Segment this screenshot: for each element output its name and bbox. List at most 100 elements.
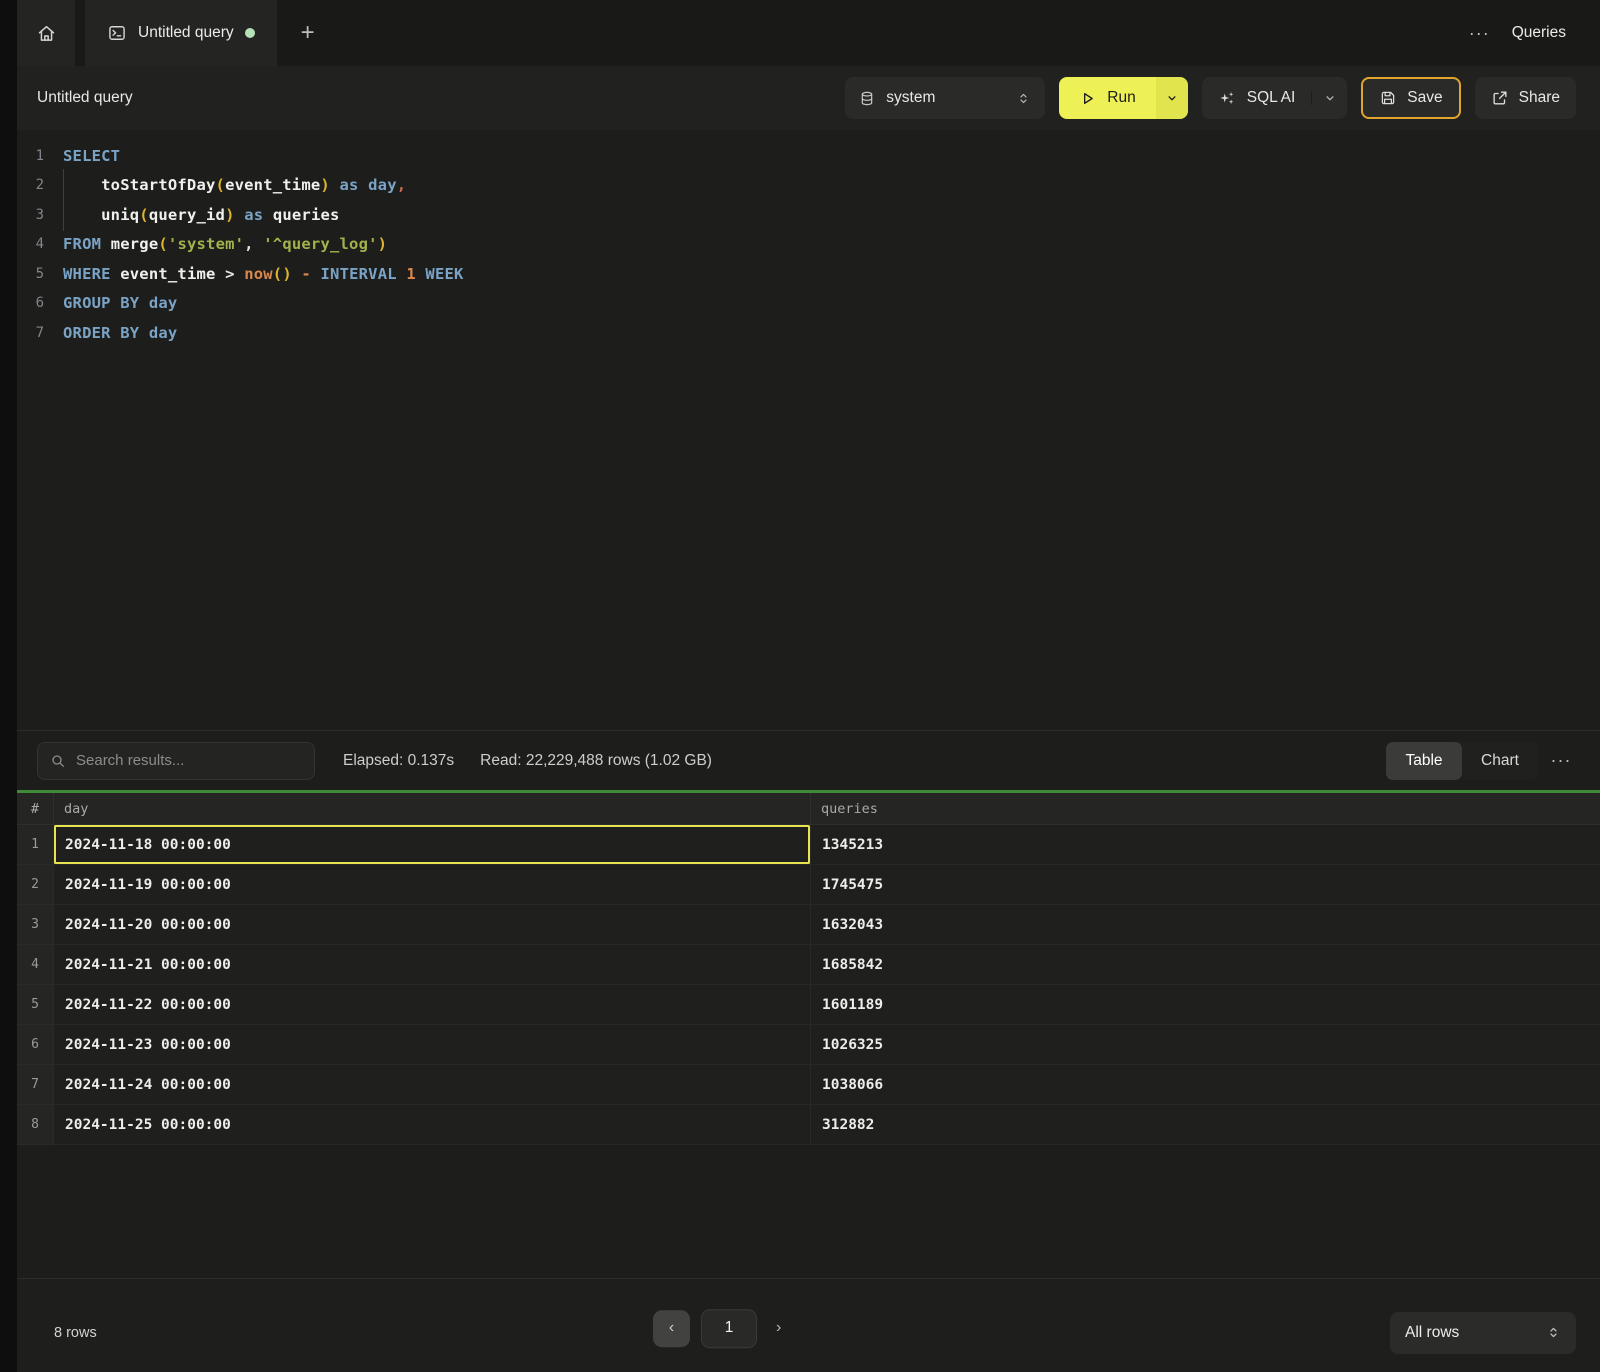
- tabbar-more-button[interactable]: ···: [1469, 23, 1490, 44]
- day-cell[interactable]: 2024-11-20 00:00:00: [53, 905, 810, 945]
- results-table-header: # day queries: [17, 793, 1600, 825]
- queries-cell[interactable]: 1601189: [810, 985, 1600, 1025]
- queries-cell[interactable]: 1745475: [810, 865, 1600, 905]
- code-text: uniq(query_id) as queries: [63, 206, 340, 224]
- tab-untitled-query[interactable]: Untitled query: [85, 0, 277, 66]
- table-row: 22024-11-19 00:00:001745475: [17, 865, 1600, 905]
- toolbar-actions: system Run: [845, 77, 1576, 119]
- tab-bar: Untitled query + ··· Queries: [17, 0, 1600, 66]
- tabbar-right: ··· Queries: [1469, 0, 1600, 66]
- queries-cell[interactable]: 1685842: [810, 945, 1600, 985]
- run-options-button[interactable]: [1156, 77, 1188, 119]
- code-line: 3 uniq(query_id) as queries: [17, 200, 1600, 230]
- new-tab-button[interactable]: +: [277, 0, 339, 66]
- database-selected-value: system: [886, 89, 935, 107]
- queries-panel-toggle[interactable]: Queries: [1512, 24, 1566, 42]
- sparkles-icon: [1218, 89, 1236, 107]
- share-button[interactable]: Share: [1475, 77, 1576, 119]
- row-index-cell: 4: [17, 945, 53, 985]
- chevron-down-icon: [1165, 91, 1179, 105]
- rows-count-label: 8 rows: [54, 1325, 97, 1341]
- code-line: 7ORDER BY day: [17, 318, 1600, 348]
- share-icon: [1491, 89, 1509, 107]
- results-table-body: 12024-11-18 00:00:00134521322024-11-19 0…: [17, 825, 1600, 1145]
- database-icon: [859, 90, 875, 107]
- day-cell[interactable]: 2024-11-23 00:00:00: [53, 1025, 810, 1065]
- save-label: Save: [1407, 89, 1442, 107]
- code-line: 2 toStartOfDay(event_time) as day,: [17, 171, 1600, 201]
- day-cell[interactable]: 2024-11-24 00:00:00: [53, 1065, 810, 1105]
- tab-chart-view[interactable]: Chart: [1462, 742, 1538, 780]
- sql-ai-button[interactable]: SQL AI: [1202, 89, 1312, 107]
- day-cell[interactable]: 2024-11-19 00:00:00: [53, 865, 810, 905]
- results-empty-area: [17, 1145, 1600, 1278]
- play-icon: [1079, 90, 1096, 107]
- row-index-cell: 1: [17, 825, 53, 865]
- sql-ai-button-group: SQL AI: [1202, 77, 1348, 119]
- results-footer: 8 rows ‹ 1 › All rows: [17, 1278, 1600, 1372]
- row-index-cell: 8: [17, 1105, 53, 1145]
- line-number: 5: [17, 266, 63, 282]
- line-number: 6: [17, 295, 63, 311]
- code-text: toStartOfDay(event_time) as day,: [63, 176, 406, 194]
- chevron-up-down-icon: [1546, 1325, 1561, 1340]
- column-header-queries: queries: [810, 793, 1600, 824]
- run-button[interactable]: Run: [1059, 77, 1155, 119]
- sql-ai-options-button[interactable]: [1311, 91, 1347, 105]
- tab-table-view[interactable]: Table: [1386, 742, 1462, 780]
- code-text: FROM merge('system', '^query_log'): [63, 235, 387, 253]
- code-line: 4FROM merge('system', '^query_log'): [17, 230, 1600, 260]
- run-button-group: Run: [1059, 77, 1187, 119]
- pagination: ‹ 1 ›: [653, 1309, 789, 1348]
- next-page-button[interactable]: ›: [768, 1319, 789, 1337]
- database-selector[interactable]: system: [845, 77, 1045, 119]
- day-cell[interactable]: 2024-11-25 00:00:00: [53, 1105, 810, 1145]
- save-icon: [1379, 89, 1397, 107]
- row-index-cell: 6: [17, 1025, 53, 1065]
- sql-editor[interactable]: 1SELECT2 toStartOfDay(event_time) as day…: [17, 130, 1600, 730]
- search-results-box[interactable]: [37, 742, 315, 780]
- terminal-icon: [107, 23, 127, 43]
- current-page-button[interactable]: 1: [701, 1309, 757, 1348]
- run-label: Run: [1107, 89, 1135, 107]
- table-row: 82024-11-25 00:00:00312882: [17, 1105, 1600, 1145]
- table-row: 42024-11-21 00:00:001685842: [17, 945, 1600, 985]
- home-icon: [36, 23, 57, 44]
- chevron-up-down-icon: [1016, 91, 1031, 106]
- code-line: 6GROUP BY day: [17, 289, 1600, 319]
- elapsed-stat: Elapsed: 0.137s: [343, 752, 454, 770]
- view-switcher: Table Chart: [1386, 742, 1538, 780]
- line-number: 1: [17, 148, 63, 164]
- search-icon: [50, 753, 66, 769]
- line-number: 2: [17, 177, 63, 193]
- share-label: Share: [1519, 89, 1560, 107]
- queries-cell[interactable]: 1632043: [810, 905, 1600, 945]
- row-index-cell: 7: [17, 1065, 53, 1105]
- query-title: Untitled query: [37, 89, 133, 107]
- row-index-cell: 2: [17, 865, 53, 905]
- day-cell[interactable]: 2024-11-18 00:00:00: [53, 825, 810, 865]
- home-button[interactable]: [17, 0, 75, 66]
- day-cell[interactable]: 2024-11-21 00:00:00: [53, 945, 810, 985]
- day-cell[interactable]: 2024-11-22 00:00:00: [53, 985, 810, 1025]
- save-button[interactable]: Save: [1361, 77, 1460, 119]
- page-size-selector[interactable]: All rows: [1390, 1312, 1576, 1354]
- table-row: 72024-11-24 00:00:001038066: [17, 1065, 1600, 1105]
- results-more-button[interactable]: ···: [1544, 750, 1578, 771]
- table-row: 62024-11-23 00:00:001026325: [17, 1025, 1600, 1065]
- line-number: 3: [17, 207, 63, 223]
- tab-label: Untitled query: [138, 24, 234, 42]
- sql-console-app: Untitled query + ··· Queries Untitled qu…: [17, 0, 1600, 1372]
- queries-cell[interactable]: 312882: [810, 1105, 1600, 1145]
- code-text: SELECT: [63, 147, 120, 165]
- previous-page-button[interactable]: ‹: [653, 1310, 690, 1347]
- queries-cell[interactable]: 1038066: [810, 1065, 1600, 1105]
- chevron-down-icon: [1323, 91, 1337, 105]
- line-number: 7: [17, 325, 63, 341]
- queries-cell[interactable]: 1026325: [810, 1025, 1600, 1065]
- search-results-input[interactable]: [76, 752, 302, 769]
- page-size-value: All rows: [1405, 1324, 1459, 1342]
- plus-icon: +: [301, 19, 315, 47]
- column-header-day: day: [53, 793, 810, 824]
- queries-cell[interactable]: 1345213: [810, 825, 1600, 865]
